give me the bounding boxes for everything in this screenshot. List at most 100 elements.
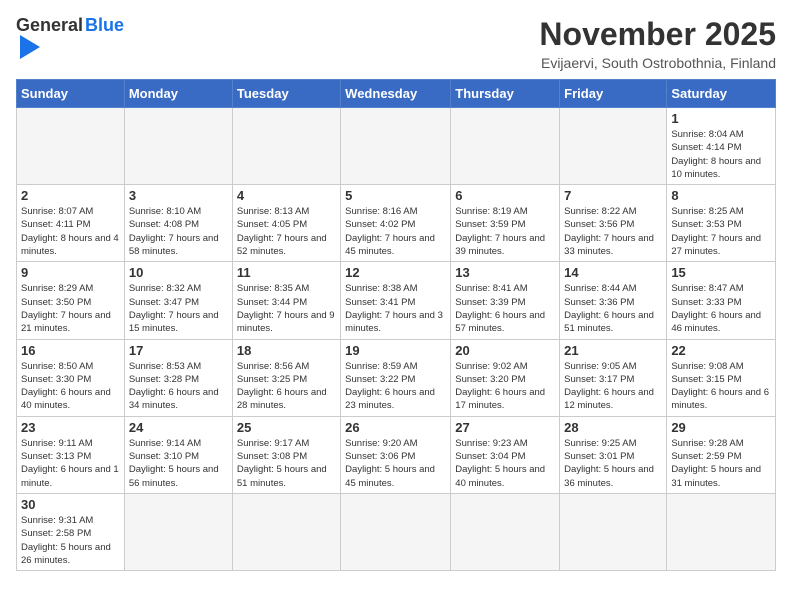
calendar-cell <box>232 108 340 185</box>
calendar-cell: 9Sunrise: 8:29 AM Sunset: 3:50 PM Daylig… <box>17 262 125 339</box>
logo-general: General <box>16 16 83 34</box>
day-info: Sunrise: 8:19 AM Sunset: 3:59 PM Dayligh… <box>455 205 555 258</box>
calendar-cell: 11 Sunrise: 8:35 AM Sunset: 3:44 PM Dayli… <box>232 262 340 339</box>
day-number: 21 <box>564 343 662 358</box>
day-info: Sunrise: 8:50 AM Sunset: 3:30 PM Dayligh… <box>21 360 120 413</box>
calendar-cell: 6 Sunrise: 8:19 AM Sunset: 3:59 PM Daylig… <box>451 185 560 262</box>
calendar-cell <box>17 108 125 185</box>
calendar-cell <box>451 108 560 185</box>
weekday-header-thursday: Thursday <box>451 80 560 108</box>
day-info: Sunrise: 8:47 AM Sunset: 3:33 PM Dayligh… <box>671 282 771 335</box>
day-number: 5 <box>345 188 446 203</box>
day-number: 22 <box>671 343 771 358</box>
day-number: 11 <box>237 265 336 280</box>
calendar-cell <box>124 108 232 185</box>
day-info: Sunrise: 9:31 AM Sunset: 2:58 PM Dayligh… <box>21 514 120 567</box>
day-number: 8 <box>671 188 771 203</box>
weekday-header-saturday: Saturday <box>667 80 776 108</box>
calendar-cell <box>232 493 340 570</box>
calendar-week-5: 23Sunrise: 9:11 AM Sunset: 3:13 PM Dayli… <box>17 416 776 493</box>
calendar-cell <box>341 108 451 185</box>
calendar-cell <box>560 493 667 570</box>
day-info: Sunrise: 8:32 AM Sunset: 3:47 PM Dayligh… <box>129 282 228 335</box>
day-number: 20 <box>455 343 555 358</box>
day-info: Sunrise: 9:05 AM Sunset: 3:17 PM Dayligh… <box>564 360 662 413</box>
day-number: 19 <box>345 343 446 358</box>
calendar-cell: 27Sunrise: 9:23 AM Sunset: 3:04 PM Dayli… <box>451 416 560 493</box>
calendar-cell: 26 Sunrise: 9:20 AM Sunset: 3:06 PM Dayli… <box>341 416 451 493</box>
day-info: Sunrise: 9:08 AM Sunset: 3:15 PM Dayligh… <box>671 360 771 413</box>
calendar-cell: 16 Sunrise: 8:50 AM Sunset: 3:30 PM Dayli… <box>17 339 125 416</box>
day-number: 18 <box>237 343 336 358</box>
calendar-cell: 7Sunrise: 8:22 AM Sunset: 3:56 PM Daylig… <box>560 185 667 262</box>
day-info: Sunrise: 8:41 AM Sunset: 3:39 PM Dayligh… <box>455 282 555 335</box>
weekday-header-sunday: Sunday <box>17 80 125 108</box>
weekday-header-friday: Friday <box>560 80 667 108</box>
month-title: November 2025 <box>539 16 776 53</box>
day-info: Sunrise: 9:17 AM Sunset: 3:08 PM Dayligh… <box>237 437 336 490</box>
day-info: Sunrise: 9:02 AM Sunset: 3:20 PM Dayligh… <box>455 360 555 413</box>
calendar-week-3: 9Sunrise: 8:29 AM Sunset: 3:50 PM Daylig… <box>17 262 776 339</box>
calendar-cell: 28 Sunrise: 9:25 AM Sunset: 3:01 PM Dayli… <box>560 416 667 493</box>
calendar-table: SundayMondayTuesdayWednesdayThursdayFrid… <box>16 79 776 571</box>
weekday-header-tuesday: Tuesday <box>232 80 340 108</box>
calendar-cell: 3Sunrise: 8:10 AM Sunset: 4:08 PM Daylig… <box>124 185 232 262</box>
day-info: Sunrise: 8:38 AM Sunset: 3:41 PM Dayligh… <box>345 282 446 335</box>
day-info: Sunrise: 8:10 AM Sunset: 4:08 PM Dayligh… <box>129 205 228 258</box>
day-number: 26 <box>345 420 446 435</box>
day-info: Sunrise: 8:35 AM Sunset: 3:44 PM Dayligh… <box>237 282 336 335</box>
day-info: Sunrise: 8:59 AM Sunset: 3:22 PM Dayligh… <box>345 360 446 413</box>
day-number: 4 <box>237 188 336 203</box>
calendar-cell: 4Sunrise: 8:13 AM Sunset: 4:05 PM Daylig… <box>232 185 340 262</box>
day-number: 17 <box>129 343 228 358</box>
calendar-cell: 24Sunrise: 9:14 AM Sunset: 3:10 PM Dayli… <box>124 416 232 493</box>
day-number: 29 <box>671 420 771 435</box>
day-info: Sunrise: 8:25 AM Sunset: 3:53 PM Dayligh… <box>671 205 771 258</box>
day-info: Sunrise: 9:23 AM Sunset: 3:04 PM Dayligh… <box>455 437 555 490</box>
day-info: Sunrise: 9:20 AM Sunset: 3:06 PM Dayligh… <box>345 437 446 490</box>
calendar-week-2: 2Sunrise: 8:07 AM Sunset: 4:11 PM Daylig… <box>17 185 776 262</box>
calendar-cell <box>667 493 776 570</box>
day-number: 30 <box>21 497 120 512</box>
day-info: Sunrise: 8:44 AM Sunset: 3:36 PM Dayligh… <box>564 282 662 335</box>
calendar-cell: 17 Sunrise: 8:53 AM Sunset: 3:28 PM Dayli… <box>124 339 232 416</box>
logo-triangle <box>20 35 40 59</box>
calendar-cell: 23Sunrise: 9:11 AM Sunset: 3:13 PM Dayli… <box>17 416 125 493</box>
day-info: Sunrise: 8:29 AM Sunset: 3:50 PM Dayligh… <box>21 282 120 335</box>
day-info: Sunrise: 9:25 AM Sunset: 3:01 PM Dayligh… <box>564 437 662 490</box>
day-number: 23 <box>21 420 120 435</box>
calendar-cell: 30 Sunrise: 9:31 AM Sunset: 2:58 PM Dayli… <box>17 493 125 570</box>
calendar-cell: 12 Sunrise: 8:38 AM Sunset: 3:41 PM Dayli… <box>341 262 451 339</box>
location-title: Evijaervi, South Ostrobothnia, Finland <box>539 55 776 71</box>
calendar-cell: 18 Sunrise: 8:56 AM Sunset: 3:25 PM Dayli… <box>232 339 340 416</box>
day-number: 6 <box>455 188 555 203</box>
day-number: 28 <box>564 420 662 435</box>
day-info: Sunrise: 8:53 AM Sunset: 3:28 PM Dayligh… <box>129 360 228 413</box>
calendar-cell: 29Sunrise: 9:28 AM Sunset: 2:59 PM Dayli… <box>667 416 776 493</box>
calendar-cell: 14 Sunrise: 8:44 AM Sunset: 3:36 PM Dayli… <box>560 262 667 339</box>
day-info: Sunrise: 8:22 AM Sunset: 3:56 PM Dayligh… <box>564 205 662 258</box>
logo-blue: Blue <box>85 16 124 34</box>
calendar-week-6: 30 Sunrise: 9:31 AM Sunset: 2:58 PM Dayli… <box>17 493 776 570</box>
day-number: 12 <box>345 265 446 280</box>
calendar-week-1: 1Sunrise: 8:04 AM Sunset: 4:14 PM Daylig… <box>17 108 776 185</box>
day-info: Sunrise: 9:14 AM Sunset: 3:10 PM Dayligh… <box>129 437 228 490</box>
day-number: 16 <box>21 343 120 358</box>
calendar-week-4: 16 Sunrise: 8:50 AM Sunset: 3:30 PM Dayli… <box>17 339 776 416</box>
calendar-cell: 21 Sunrise: 9:05 AM Sunset: 3:17 PM Dayli… <box>560 339 667 416</box>
logo: General Blue <box>16 16 124 59</box>
calendar-cell <box>560 108 667 185</box>
calendar-cell: 13Sunrise: 8:41 AM Sunset: 3:39 PM Dayli… <box>451 262 560 339</box>
calendar-cell: 8 Sunrise: 8:25 AM Sunset: 3:53 PM Daylig… <box>667 185 776 262</box>
day-number: 14 <box>564 265 662 280</box>
day-number: 1 <box>671 111 771 126</box>
calendar-cell: 15Sunrise: 8:47 AM Sunset: 3:33 PM Dayli… <box>667 262 776 339</box>
weekday-header-row: SundayMondayTuesdayWednesdayThursdayFrid… <box>17 80 776 108</box>
calendar-cell: 22 Sunrise: 9:08 AM Sunset: 3:15 PM Dayli… <box>667 339 776 416</box>
calendar-cell: 10Sunrise: 8:32 AM Sunset: 3:47 PM Dayli… <box>124 262 232 339</box>
day-info: Sunrise: 8:56 AM Sunset: 3:25 PM Dayligh… <box>237 360 336 413</box>
calendar-cell: 20 Sunrise: 9:02 AM Sunset: 3:20 PM Dayli… <box>451 339 560 416</box>
page-header: General Blue November 2025 Evijaervi, So… <box>16 16 776 71</box>
weekday-header-wednesday: Wednesday <box>341 80 451 108</box>
calendar-cell <box>124 493 232 570</box>
